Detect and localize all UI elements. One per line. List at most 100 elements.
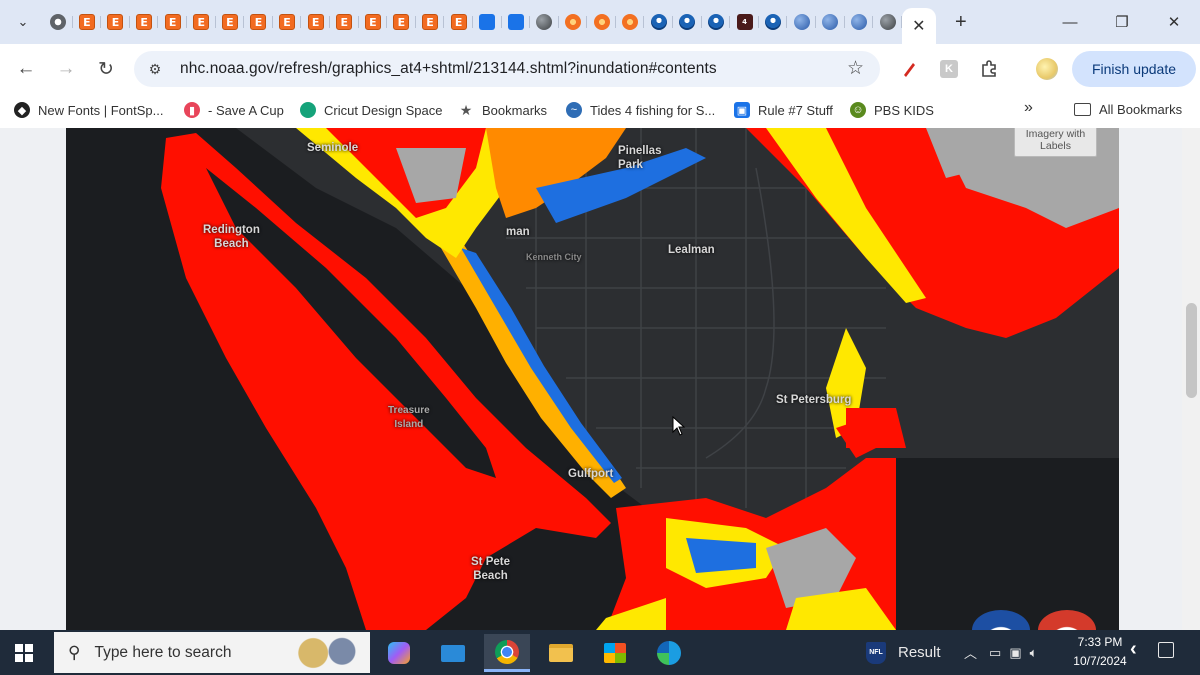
tab-search-button[interactable]: ⌄ [8,7,38,37]
volume-icon[interactable]: 🔈︎ [1030,645,1038,661]
browser-tab[interactable] [616,7,645,37]
meet-now-icon[interactable]: ▭ [989,645,1001,661]
browser-tab[interactable]: E [387,7,416,37]
bookmark-star-icon[interactable]: ☆ [847,57,864,80]
bookmark-label: Rule #7 Stuff [758,102,833,118]
k-extension-icon[interactable]: K [938,58,960,80]
bookmark-tides[interactable]: ~ Tides 4 fishing for S... [566,102,715,118]
extensions-puzzle-icon[interactable] [978,58,1000,80]
reload-button[interactable]: ↻ [88,51,124,87]
e-icon: E [250,14,267,30]
blue-globe-icon [822,14,839,30]
address-bar[interactable]: ⚙ nhc.noaa.gov/refresh/graphics_at4+shtm… [134,51,880,87]
bookmark-bookmarks[interactable]: ★ Bookmarks [458,102,547,118]
map-label-redington-beach: Redington Beach [203,224,260,250]
chrome-icon [50,14,67,30]
page-scrollbar[interactable] [1182,128,1200,630]
mouse-cursor-icon [672,416,686,436]
browser-tab[interactable]: E [416,7,445,37]
bookmarks-overflow-button[interactable]: » [1024,99,1033,117]
url-text[interactable]: nhc.noaa.gov/refresh/graphics_at4+shtml/… [180,60,717,78]
mail-app-icon[interactable] [430,634,476,672]
news-widget[interactable]: NFL Result [866,630,941,675]
maximize-button[interactable]: ❐ [1096,0,1148,44]
browser-tab[interactable] [673,7,702,37]
network-icon[interactable]: ▣ [1009,645,1021,661]
close-tab-icon[interactable]: ✕ [912,16,925,36]
copilot-app-icon[interactable] [376,634,422,672]
bookmark-label: - Save A Cup [208,102,284,118]
browser-tab[interactable] [530,7,559,37]
notification-center-icon[interactable] [1158,642,1174,658]
site-info-icon[interactable]: ⚙ [142,61,168,78]
back-button[interactable]: ← [8,51,44,87]
browser-tab[interactable]: E [359,7,388,37]
browser-tab[interactable] [44,7,73,37]
taskbar-clock[interactable]: 7:33 PM 10/7/2024 [1070,633,1130,671]
finish-update-button[interactable]: Finish update [1072,51,1196,87]
tabs-container: E E E E E E E E E E E E E E 4 ✕ [44,0,936,44]
browser-tab[interactable] [644,7,674,37]
file-explorer-icon[interactable] [538,634,584,672]
minimize-button[interactable]: — [1044,0,1096,44]
browser-tab[interactable]: E [101,7,130,37]
browser-tab[interactable]: E [73,7,102,37]
bookmark-new-fonts[interactable]: ◆ New Fonts | FontSp... [14,102,163,118]
edge-app-icon[interactable] [646,634,692,672]
microsoft-store-icon[interactable] [592,634,638,672]
browser-tab[interactable]: E [130,7,159,37]
windows-taskbar: ⚲ Type here to search NFL Result ︿ ▭ ▣ 🔈… [0,630,1200,675]
browser-tab[interactable] [473,7,502,37]
active-tab[interactable]: ✕ [901,8,936,44]
bookmark-cricut[interactable]: Cricut Design Space [300,102,443,118]
browser-tab[interactable]: E [187,7,216,37]
browser-tab[interactable]: E [216,7,245,37]
chrome-app-icon[interactable] [484,634,530,672]
browser-tab[interactable] [845,7,874,37]
browser-tab[interactable] [759,7,788,37]
browser-tab[interactable] [816,7,845,37]
cup-icon: ▮ [184,102,200,118]
chevron-left-icon[interactable]: ‹ [1130,638,1137,661]
shopping-bag-icon [507,14,524,30]
browser-tab[interactable]: E [244,7,273,37]
browser-tab[interactable] [502,7,531,37]
map-label-lealman-partial: man [506,226,530,238]
browser-tab[interactable] [702,7,731,37]
tray-overflow-chevron-icon[interactable]: ︿ [964,643,977,662]
inundation-map[interactable]: Seminole Pinellas Park Redington Beach m… [66,128,1119,630]
new-tab-button[interactable]: + [946,7,976,37]
browser-tab[interactable] [787,7,817,37]
start-button[interactable] [0,630,48,675]
taskbar-search-box[interactable]: ⚲ Type here to search [54,632,370,673]
e-icon: E [279,14,296,30]
bookmark-save-a-cup[interactable]: ▮ - Save A Cup [184,102,284,118]
map-label-gulfport: Gulfport [568,468,614,480]
map-label-pinellas-park: Pinellas Park [618,145,662,171]
e-icon: E [307,14,324,30]
e-icon: E [107,14,124,30]
forward-button[interactable]: → [48,51,84,87]
basemap-toggle-button[interactable]: Imagery with Labels [1014,128,1097,157]
bookmark-pbs-kids[interactable]: ☺ PBS KIDS [850,102,934,118]
bookmark-rule-7[interactable]: ▣ Rule #7 Stuff [734,102,833,118]
map-label-st-petersburg: St Petersburg [776,394,852,406]
browser-tab[interactable]: E [444,7,473,37]
browser-tab[interactable] [559,7,588,37]
browser-tab[interactable]: E [330,7,359,37]
browser-tab[interactable]: E [301,7,330,37]
pen-extension-icon[interactable] [898,58,920,80]
news-icon: 4 [736,14,753,30]
all-bookmarks[interactable]: All Bookmarks [1074,102,1182,117]
profile-avatar-icon[interactable] [1036,58,1058,80]
browser-tab[interactable] [873,7,902,37]
scrollbar-thumb[interactable] [1186,303,1197,398]
close-window-button[interactable]: ✕ [1148,0,1200,44]
browser-tab[interactable]: E [158,7,187,37]
browser-tab[interactable] [587,7,616,37]
browser-tab[interactable]: E [273,7,302,37]
sun-icon [564,14,581,30]
browser-tab[interactable]: 4 [730,7,759,37]
e-icon: E [193,14,210,30]
map-label-treasure-island: Treasure Island [388,405,430,430]
